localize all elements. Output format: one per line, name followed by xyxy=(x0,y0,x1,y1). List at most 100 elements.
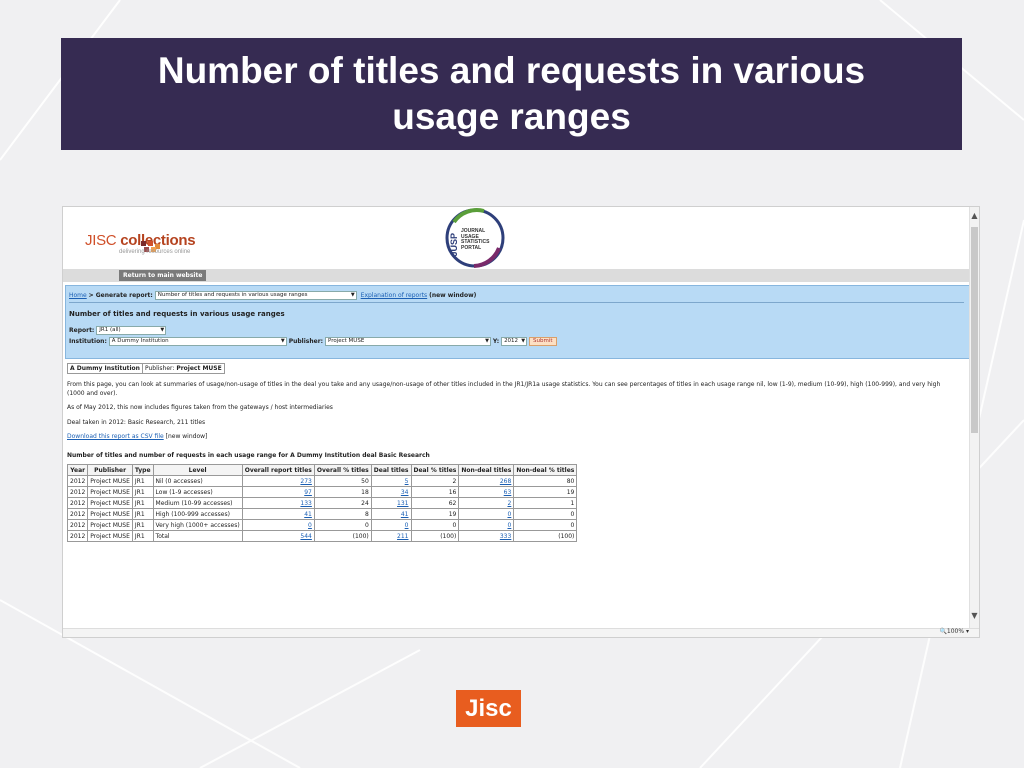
table-row: 2012 Project MUSE JR1 Low (1-9 accesses) 97 1… xyxy=(66,486,578,498)
table-cell[interactable]: 0 xyxy=(370,519,412,531)
table-cell: 2012 xyxy=(66,497,89,509)
table-cell[interactable]: 333 xyxy=(458,530,515,542)
home-link[interactable]: Home xyxy=(69,292,87,299)
institution-select[interactable]: A Dummy Institution ▼ xyxy=(108,337,287,346)
year-select-value: 2012 xyxy=(504,338,519,344)
filters-row: Institution: A Dummy Institution ▼ Publis… xyxy=(69,337,557,346)
chevron-down-icon: ▼ xyxy=(160,327,165,333)
intro-text: From this page, you can look at summarie… xyxy=(67,381,941,397)
table-cell: 24 xyxy=(313,497,372,509)
table-cell: 2012 xyxy=(66,519,89,531)
table-cell: 2012 xyxy=(66,486,89,498)
logo-text-jisc: JISC xyxy=(85,232,117,249)
table-cell[interactable]: 268 xyxy=(458,475,515,487)
table-cell[interactable]: 0 xyxy=(458,508,515,520)
column-header: Non-deal titles xyxy=(458,464,515,476)
table-cell: Project MUSE xyxy=(87,475,133,487)
report-row: Report: JR1 (all) ▼ xyxy=(69,326,167,335)
table-cell: 2012 xyxy=(66,508,89,520)
table-cell: JR1 xyxy=(131,519,154,531)
institution-select-value: A Dummy Institution xyxy=(111,338,169,344)
table-cell: 0 xyxy=(410,519,460,531)
table-cell[interactable]: 131 xyxy=(370,497,412,509)
column-header: Overall % titles xyxy=(313,464,372,476)
table-cell: Total xyxy=(152,530,243,542)
institution-label: Institution: xyxy=(69,338,107,345)
table-row: 2012 Project MUSE JR1 Total 544 (100) 211 (100)… xyxy=(66,530,578,542)
table-cell[interactable]: 41 xyxy=(370,508,412,520)
table-cell: Project MUSE xyxy=(87,530,133,542)
column-header: Overall report titles xyxy=(241,464,315,476)
table-cell[interactable]: 544 xyxy=(241,530,315,542)
table-row: 2012 Project MUSE JR1 Medium (10-99 accesse… xyxy=(66,497,578,509)
table-cell: Project MUSE xyxy=(87,497,133,509)
column-header: Level xyxy=(152,464,243,476)
table-cell: 0 xyxy=(513,508,578,520)
csv-row: Download this report as CSV file [new wi… xyxy=(67,432,947,441)
table-cell: (100) xyxy=(513,530,578,542)
tab-publisher-value: Project MUSE xyxy=(176,365,222,372)
chevron-down-icon: ▼ xyxy=(485,338,489,344)
chevron-down-icon: ▼ xyxy=(521,338,526,344)
table-cell: 2012 xyxy=(66,530,89,542)
zoom-level[interactable]: 🔍100% ▾ xyxy=(939,628,969,635)
table-cell: (100) xyxy=(313,530,372,542)
browser-status-bar: 🔍100% ▾ xyxy=(63,628,979,637)
slide-title-line1: Number of titles and requests in various xyxy=(157,50,866,91)
report-type-select[interactable]: Number of titles and requests in various… xyxy=(154,291,357,300)
table-cell[interactable]: 5 xyxy=(370,475,412,487)
table-cell: Project MUSE xyxy=(87,508,133,520)
jusp-wordmark: JUSP JOURNAL USAGE STATISTICS PORTAL xyxy=(449,228,489,256)
jusp-mark: JUSP xyxy=(449,233,459,257)
table-cell[interactable]: 2 xyxy=(458,497,515,509)
table-cell[interactable]: 273 xyxy=(241,475,315,487)
report-tabs: A Dummy Institution Publisher: Project MU… xyxy=(67,363,225,374)
table-cell: Nil (0 accesses) xyxy=(152,475,243,487)
report-select-value: JR1 (all) xyxy=(99,327,121,333)
tab-publisher[interactable]: Publisher: Project MUSE xyxy=(142,363,225,374)
table-cell: (100) xyxy=(410,530,460,542)
column-header: Non-deal % titles xyxy=(513,464,578,476)
table-cell[interactable]: 34 xyxy=(370,486,412,498)
download-csv-link[interactable]: Download this report as CSV file xyxy=(67,433,164,440)
table-cell: 50 xyxy=(313,475,372,487)
table-cell[interactable]: 0 xyxy=(241,519,315,531)
table-cell: Project MUSE xyxy=(87,486,133,498)
table-cell: JR1 xyxy=(131,508,154,520)
tab-institution[interactable]: A Dummy Institution xyxy=(67,363,143,374)
table-cell: 62 xyxy=(410,497,460,509)
explanation-of-reports-link[interactable]: Explanation of reports xyxy=(361,292,428,299)
browser-screenshot: JISC collections delivering resources on… xyxy=(62,206,980,638)
table-cell[interactable]: 133 xyxy=(241,497,315,509)
publisher-select[interactable]: Project MUSE ▼ xyxy=(324,337,491,346)
scroll-down-arrow-icon[interactable]: ▼ xyxy=(970,611,979,621)
table-cell[interactable]: 97 xyxy=(241,486,315,498)
return-to-main-website-button[interactable]: Return to main website xyxy=(119,270,207,281)
panel-divider xyxy=(69,302,964,303)
table-cell[interactable]: 41 xyxy=(241,508,315,520)
scrollbar-thumb[interactable] xyxy=(971,227,978,433)
vertical-scrollbar[interactable] xyxy=(969,207,979,631)
scroll-up-arrow-icon[interactable]: ▲ xyxy=(970,211,979,221)
csv-new-window-label: [new window] xyxy=(165,433,208,440)
table-cell: JR1 xyxy=(131,486,154,498)
table-cell: Project MUSE xyxy=(87,519,133,531)
jisc-collections-logo[interactable]: JISC collections delivering resources on… xyxy=(85,232,196,255)
table-cell: 1 xyxy=(513,497,578,509)
report-select[interactable]: JR1 (all) ▼ xyxy=(96,326,167,335)
table-cell: 18 xyxy=(313,486,372,498)
table-cell[interactable]: 0 xyxy=(458,519,515,531)
panel-heading: Number of titles and requests in various… xyxy=(69,310,285,318)
table-cell[interactable]: 211 xyxy=(370,530,412,542)
submit-button[interactable]: Submit xyxy=(528,337,557,346)
table-cell: JR1 xyxy=(131,530,154,542)
table-cell: JR1 xyxy=(131,497,154,509)
table-cell: High (100-999 accesses) xyxy=(152,508,243,520)
table-cell: 80 xyxy=(513,475,578,487)
year-select[interactable]: 2012 ▼ xyxy=(501,337,528,346)
publisher-select-value: Project MUSE xyxy=(327,338,365,344)
chevron-down-icon: ▼ xyxy=(350,292,355,298)
table-cell[interactable]: 63 xyxy=(458,486,515,498)
table-cell: 0 xyxy=(513,519,578,531)
column-header: Deal titles xyxy=(370,464,412,476)
